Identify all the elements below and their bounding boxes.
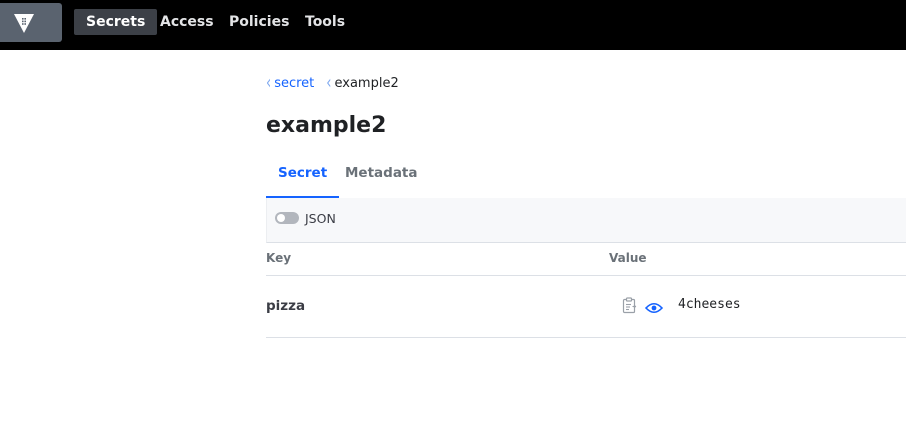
secret-key: pizza <box>266 298 306 314</box>
json-toggle-label: JSON <box>305 211 336 226</box>
toggle-knob <box>277 214 285 222</box>
vault-logo-glyph <box>14 14 34 33</box>
column-header-value: Value <box>609 251 647 265</box>
chevron-left-icon: ‹ <box>266 72 272 94</box>
top-navigation-bar: Secrets Access Policies Tools <box>0 0 906 50</box>
tab-metadata[interactable]: Metadata <box>345 158 418 196</box>
chevron-left-icon: ‹ <box>326 72 332 94</box>
json-toggle[interactable] <box>275 212 299 224</box>
table-header: Key Value <box>266 243 906 276</box>
table-row: pizza 4cheeses <box>266 276 906 338</box>
nav-item-tools[interactable]: Tools <box>293 9 357 35</box>
breadcrumb-link-secret[interactable]: secret <box>274 76 314 91</box>
breadcrumb: ‹ secret ‹ example2 <box>266 72 399 94</box>
nav-item-policies[interactable]: Policies <box>217 9 301 35</box>
nav-item-secrets[interactable]: Secrets <box>74 9 158 35</box>
page-title: example2 <box>266 113 387 138</box>
tab-secret[interactable]: Secret <box>266 158 340 198</box>
tab-bar: Secret Metadata <box>266 158 906 199</box>
breadcrumb-current: example2 <box>334 75 399 91</box>
column-header-key: Key <box>266 251 292 265</box>
secret-toolbar: JSON <box>266 198 906 243</box>
vault-logo-icon[interactable] <box>0 3 62 42</box>
clipboard-copy-icon[interactable] <box>622 297 637 318</box>
eye-icon[interactable] <box>644 299 664 318</box>
nav-item-access[interactable]: Access <box>148 9 226 35</box>
secret-value: 4cheeses <box>678 297 741 312</box>
